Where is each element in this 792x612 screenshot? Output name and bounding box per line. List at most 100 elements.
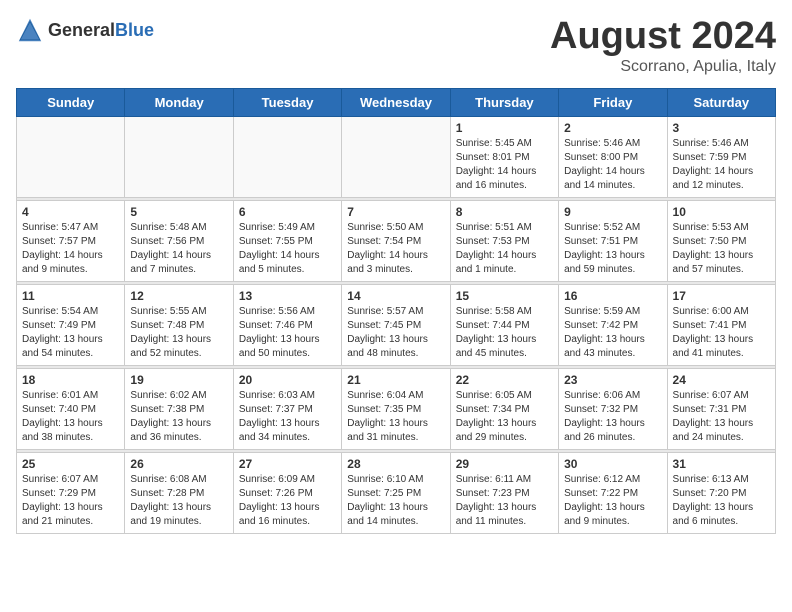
weekday-header-friday: Friday — [559, 88, 667, 116]
day-info: Sunrise: 5:49 AM Sunset: 7:55 PM Dayligh… — [239, 221, 336, 277]
day-number: 17 — [673, 289, 770, 303]
day-number: 27 — [239, 457, 336, 471]
day-number: 3 — [673, 121, 770, 135]
calendar-cell: 15 Sunrise: 5:58 AM Sunset: 7:44 PM Dayli… — [450, 284, 558, 365]
day-info: Sunrise: 5:56 AM Sunset: 7:46 PM Dayligh… — [239, 305, 336, 361]
day-number: 30 — [564, 457, 661, 471]
weekday-header-thursday: Thursday — [450, 88, 558, 116]
day-info: Sunrise: 6:03 AM Sunset: 7:37 PM Dayligh… — [239, 389, 336, 445]
calendar-cell: 29 Sunrise: 6:11 AM Sunset: 7:23 PM Dayli… — [450, 452, 558, 533]
day-number: 15 — [456, 289, 553, 303]
day-info: Sunrise: 6:10 AM Sunset: 7:25 PM Dayligh… — [347, 473, 444, 529]
calendar-cell: 1Sunrise: 5:45 AM Sunset: 8:01 PM Daylig… — [450, 116, 558, 197]
calendar-cell: 26 Sunrise: 6:08 AM Sunset: 7:28 PM Dayli… — [125, 452, 233, 533]
day-number: 13 — [239, 289, 336, 303]
day-info: Sunrise: 6:07 AM Sunset: 7:29 PM Dayligh… — [22, 473, 119, 529]
calendar-cell: 31Sunrise: 6:13 AM Sunset: 7:20 PM Dayli… — [667, 452, 775, 533]
day-info: Sunrise: 5:46 AM Sunset: 7:59 PM Dayligh… — [673, 137, 770, 193]
day-info: Sunrise: 5:54 AM Sunset: 7:49 PM Dayligh… — [22, 305, 119, 361]
day-info: Sunrise: 6:11 AM Sunset: 7:23 PM Dayligh… — [456, 473, 553, 529]
day-number: 19 — [130, 373, 227, 387]
logo-text-blue: Blue — [115, 20, 154, 41]
calendar-cell: 22Sunrise: 6:05 AM Sunset: 7:34 PM Dayli… — [450, 368, 558, 449]
day-info: Sunrise: 6:01 AM Sunset: 7:40 PM Dayligh… — [22, 389, 119, 445]
calendar-cell: 30 Sunrise: 6:12 AM Sunset: 7:22 PM Dayli… — [559, 452, 667, 533]
calendar-cell: 27 Sunrise: 6:09 AM Sunset: 7:26 PM Dayli… — [233, 452, 341, 533]
calendar-week-2: 4 Sunrise: 5:47 AM Sunset: 7:57 PM Daylig… — [17, 200, 776, 281]
calendar-cell: 16 Sunrise: 5:59 AM Sunset: 7:42 PM Dayli… — [559, 284, 667, 365]
calendar-cell — [125, 116, 233, 197]
calendar-cell: 23Sunrise: 6:06 AM Sunset: 7:32 PM Dayli… — [559, 368, 667, 449]
day-number: 24 — [673, 373, 770, 387]
day-info: Sunrise: 6:06 AM Sunset: 7:32 PM Dayligh… — [564, 389, 661, 445]
calendar-cell — [342, 116, 450, 197]
day-number: 29 — [456, 457, 553, 471]
title-area: August 2024 Scorrano, Apulia, Italy — [550, 16, 776, 76]
day-info: Sunrise: 5:47 AM Sunset: 7:57 PM Dayligh… — [22, 221, 119, 277]
day-number: 7 — [347, 205, 444, 219]
calendar-header: SundayMondayTuesdayWednesdayThursdayFrid… — [17, 88, 776, 116]
calendar-cell: 19 Sunrise: 6:02 AM Sunset: 7:38 PM Dayli… — [125, 368, 233, 449]
day-info: Sunrise: 5:57 AM Sunset: 7:45 PM Dayligh… — [347, 305, 444, 361]
weekday-header-tuesday: Tuesday — [233, 88, 341, 116]
calendar-cell: 12 Sunrise: 5:55 AM Sunset: 7:48 PM Dayli… — [125, 284, 233, 365]
calendar-cell: 25 Sunrise: 6:07 AM Sunset: 7:29 PM Dayli… — [17, 452, 125, 533]
logo: General Blue — [16, 16, 154, 44]
calendar-cell: 20 Sunrise: 6:03 AM Sunset: 7:37 PM Dayli… — [233, 368, 341, 449]
subtitle: Scorrano, Apulia, Italy — [550, 58, 776, 76]
weekday-header-sunday: Sunday — [17, 88, 125, 116]
day-info: Sunrise: 5:58 AM Sunset: 7:44 PM Dayligh… — [456, 305, 553, 361]
calendar-week-5: 25 Sunrise: 6:07 AM Sunset: 7:29 PM Dayli… — [17, 452, 776, 533]
logo-text-general: General — [48, 20, 115, 41]
day-info: Sunrise: 6:13 AM Sunset: 7:20 PM Dayligh… — [673, 473, 770, 529]
weekday-header-wednesday: Wednesday — [342, 88, 450, 116]
day-number: 21 — [347, 373, 444, 387]
calendar-cell: 28Sunrise: 6:10 AM Sunset: 7:25 PM Dayli… — [342, 452, 450, 533]
day-number: 12 — [130, 289, 227, 303]
day-info: Sunrise: 5:46 AM Sunset: 8:00 PM Dayligh… — [564, 137, 661, 193]
day-number: 11 — [22, 289, 119, 303]
day-number: 9 — [564, 205, 661, 219]
day-info: Sunrise: 6:12 AM Sunset: 7:22 PM Dayligh… — [564, 473, 661, 529]
day-number: 26 — [130, 457, 227, 471]
day-info: Sunrise: 5:48 AM Sunset: 7:56 PM Dayligh… — [130, 221, 227, 277]
day-number: 16 — [564, 289, 661, 303]
day-number: 4 — [22, 205, 119, 219]
main-title: August 2024 — [550, 16, 776, 58]
page-header: General Blue August 2024 Scorrano, Apuli… — [16, 16, 776, 76]
calendar-cell: 8Sunrise: 5:51 AM Sunset: 7:53 PM Daylig… — [450, 200, 558, 281]
day-info: Sunrise: 6:07 AM Sunset: 7:31 PM Dayligh… — [673, 389, 770, 445]
calendar-cell: 2Sunrise: 5:46 AM Sunset: 8:00 PM Daylig… — [559, 116, 667, 197]
calendar-cell: 21Sunrise: 6:04 AM Sunset: 7:35 PM Dayli… — [342, 368, 450, 449]
calendar-week-3: 11 Sunrise: 5:54 AM Sunset: 7:49 PM Dayli… — [17, 284, 776, 365]
calendar-cell: 3 Sunrise: 5:46 AM Sunset: 7:59 PM Daylig… — [667, 116, 775, 197]
day-info: Sunrise: 5:52 AM Sunset: 7:51 PM Dayligh… — [564, 221, 661, 277]
calendar-body: 1Sunrise: 5:45 AM Sunset: 8:01 PM Daylig… — [17, 116, 776, 533]
calendar-cell: 7Sunrise: 5:50 AM Sunset: 7:54 PM Daylig… — [342, 200, 450, 281]
day-number: 25 — [22, 457, 119, 471]
day-number: 20 — [239, 373, 336, 387]
day-info: Sunrise: 6:02 AM Sunset: 7:38 PM Dayligh… — [130, 389, 227, 445]
calendar-cell — [17, 116, 125, 197]
day-info: Sunrise: 5:55 AM Sunset: 7:48 PM Dayligh… — [130, 305, 227, 361]
calendar-cell: 4 Sunrise: 5:47 AM Sunset: 7:57 PM Daylig… — [17, 200, 125, 281]
calendar-cell: 14 Sunrise: 5:57 AM Sunset: 7:45 PM Dayli… — [342, 284, 450, 365]
calendar-week-4: 18 Sunrise: 6:01 AM Sunset: 7:40 PM Dayli… — [17, 368, 776, 449]
day-number: 18 — [22, 373, 119, 387]
day-info: Sunrise: 5:59 AM Sunset: 7:42 PM Dayligh… — [564, 305, 661, 361]
calendar-cell: 17 Sunrise: 6:00 AM Sunset: 7:41 PM Dayli… — [667, 284, 775, 365]
weekday-header-monday: Monday — [125, 88, 233, 116]
day-info: Sunrise: 5:51 AM Sunset: 7:53 PM Dayligh… — [456, 221, 553, 277]
day-number: 5 — [130, 205, 227, 219]
calendar-cell: 13 Sunrise: 5:56 AM Sunset: 7:46 PM Dayli… — [233, 284, 341, 365]
calendar-table: SundayMondayTuesdayWednesdayThursdayFrid… — [16, 88, 776, 534]
weekday-header-row: SundayMondayTuesdayWednesdayThursdayFrid… — [17, 88, 776, 116]
day-info: Sunrise: 6:09 AM Sunset: 7:26 PM Dayligh… — [239, 473, 336, 529]
calendar-cell: 11 Sunrise: 5:54 AM Sunset: 7:49 PM Dayli… — [17, 284, 125, 365]
day-number: 14 — [347, 289, 444, 303]
day-info: Sunrise: 5:53 AM Sunset: 7:50 PM Dayligh… — [673, 221, 770, 277]
day-number: 1 — [456, 121, 553, 135]
day-info: Sunrise: 6:00 AM Sunset: 7:41 PM Dayligh… — [673, 305, 770, 361]
day-info: Sunrise: 6:08 AM Sunset: 7:28 PM Dayligh… — [130, 473, 227, 529]
calendar-cell: 9 Sunrise: 5:52 AM Sunset: 7:51 PM Daylig… — [559, 200, 667, 281]
